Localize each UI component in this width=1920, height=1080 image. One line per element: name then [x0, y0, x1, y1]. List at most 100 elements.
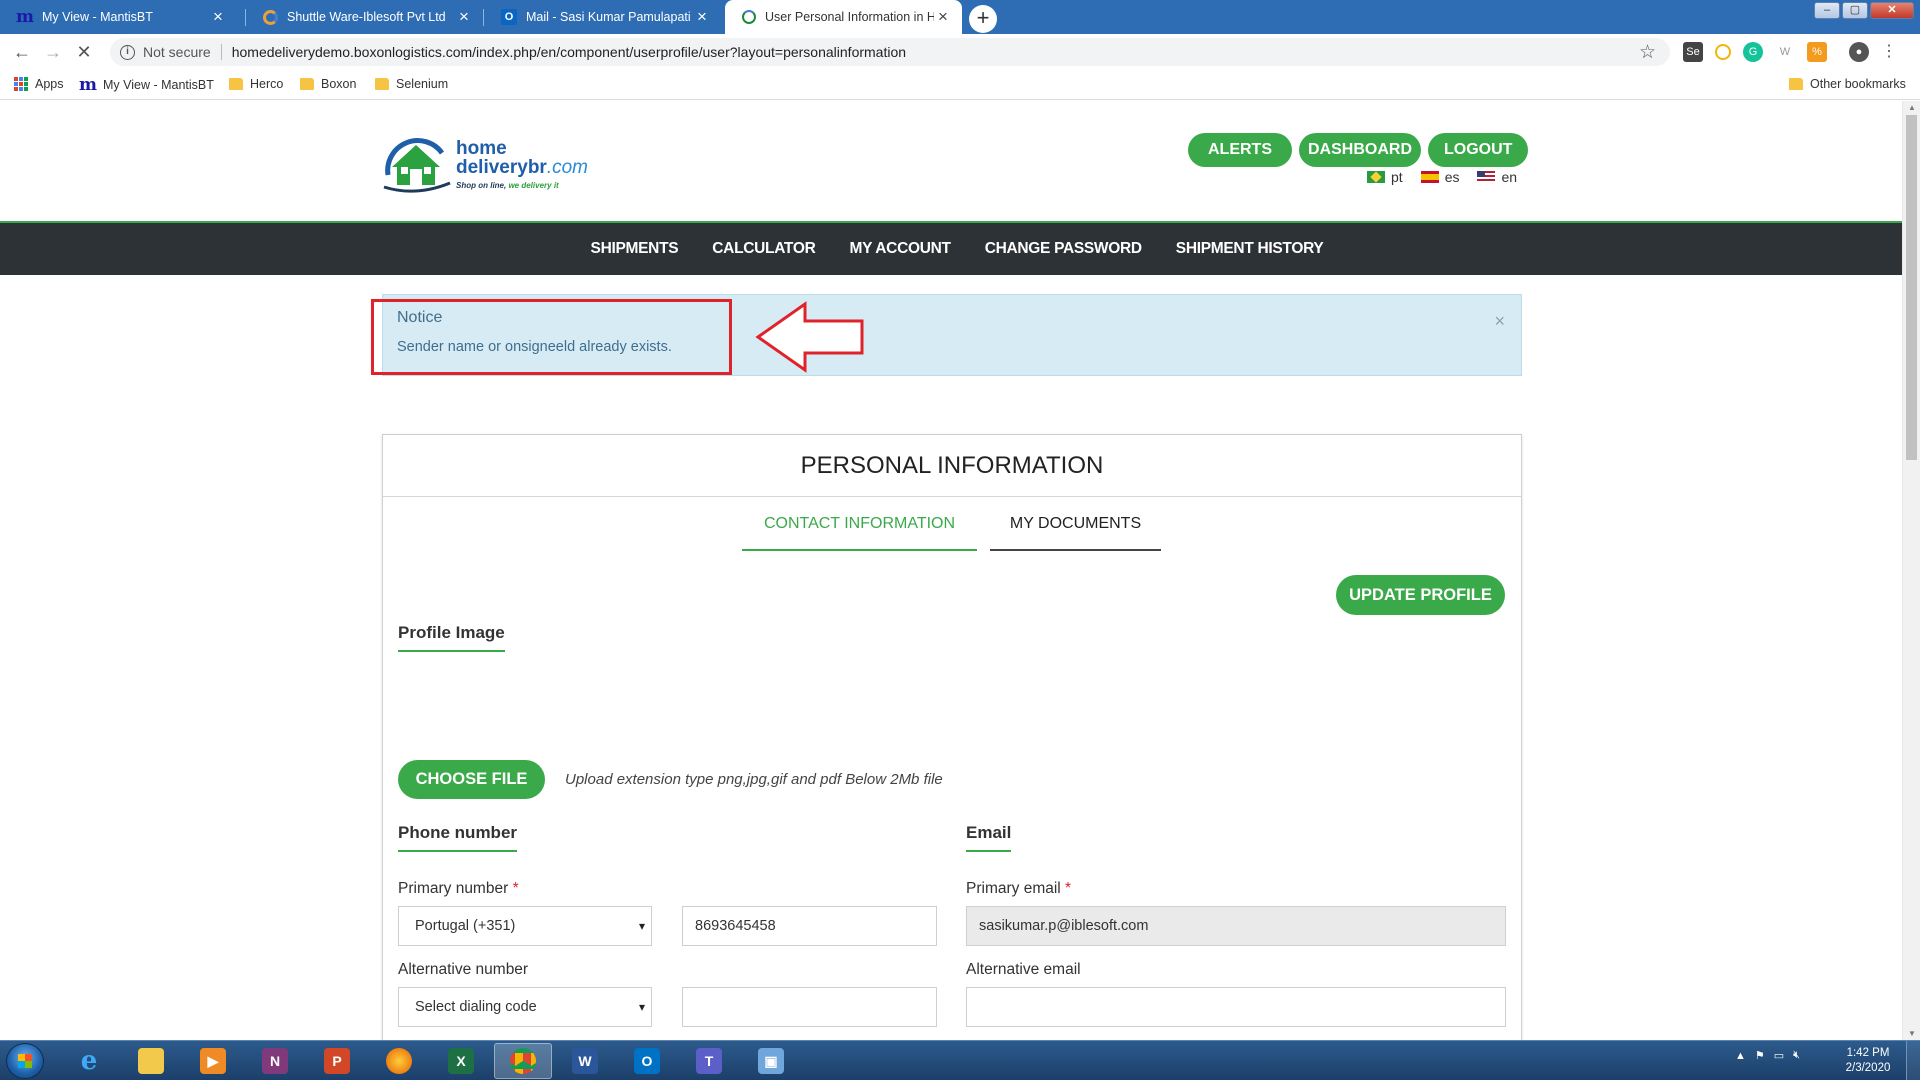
minimize-button[interactable]: – [1814, 2, 1840, 19]
bookmark-selenium[interactable]: Selenium [375, 77, 448, 91]
bookmark-apps[interactable]: Apps [14, 77, 64, 91]
scroll-down-arrow-icon[interactable]: ▼ [1908, 1029, 1916, 1038]
close-icon[interactable]: × [455, 7, 473, 27]
nav-shipments[interactable]: SHIPMENTS [591, 240, 679, 258]
taskbar-teams[interactable]: T [680, 1043, 738, 1079]
taskbar-firefox[interactable] [370, 1043, 428, 1079]
bookmark-star-icon[interactable]: ☆ [1639, 41, 1656, 64]
start-button[interactable] [6, 1043, 44, 1079]
logout-button[interactable]: LOGOUT [1428, 133, 1529, 167]
choose-file-button[interactable]: CHOOSE FILE [398, 760, 545, 799]
alternative-email-input[interactable] [966, 987, 1506, 1027]
alerts-button[interactable]: ALERTS [1188, 133, 1292, 167]
language-es[interactable]: es [1420, 169, 1460, 185]
grammarly-icon[interactable]: G [1743, 42, 1763, 62]
info-icon[interactable]: i [120, 44, 135, 60]
outlook-icon: O [634, 1048, 660, 1074]
primary-email-value: sasikumar.p@iblesoft.com [979, 918, 1149, 934]
bookmark-label: Boxon [321, 77, 357, 91]
taskbar-outlook[interactable]: O [618, 1043, 676, 1079]
network-icon[interactable]: ▭ [1774, 1049, 1784, 1062]
forward-arrow-icon[interactable]: → [41, 40, 65, 64]
primary-email-input[interactable]: sasikumar.p@iblesoft.com [966, 906, 1506, 946]
primary-country-value: Portugal (+351) [415, 918, 516, 934]
nav-shipment-history[interactable]: SHIPMENT HISTORY [1176, 240, 1324, 258]
taskbar-chrome[interactable] [494, 1043, 552, 1079]
language-code: es [1444, 169, 1460, 185]
nav-change-password[interactable]: CHANGE PASSWORD [985, 240, 1142, 258]
close-window-button[interactable]: ✕ [1870, 2, 1914, 19]
notice-close-icon[interactable]: × [1494, 311, 1505, 332]
new-tab-button[interactable]: + [969, 5, 997, 33]
volume-muted-icon[interactable]: 🔇︎ [1793, 1049, 1800, 1062]
scroll-up-arrow-icon[interactable]: ▲ [1908, 103, 1916, 112]
taskbar-file-explorer[interactable] [122, 1043, 180, 1079]
primary-number-input[interactable]: 8693645458 [682, 906, 937, 946]
profile-avatar-icon[interactable]: ● [1849, 42, 1869, 62]
browser-tab-shuttle[interactable]: Shuttle Ware-Iblesoft Pvt Ltd × [246, 0, 483, 34]
globe-icon [742, 10, 756, 24]
tab-contact-information[interactable]: CONTACT INFORMATION [742, 515, 977, 551]
show-desktop-button[interactable] [1906, 1041, 1920, 1080]
action-center-flag-icon[interactable]: ⚑ [1755, 1049, 1765, 1062]
close-icon[interactable]: × [209, 7, 227, 27]
taskbar-media-player[interactable]: ▶ [184, 1043, 242, 1079]
usa-flag-icon [1477, 171, 1496, 183]
maximize-button[interactable]: ▢ [1842, 2, 1868, 19]
stop-loading-icon[interactable]: ✕ [72, 40, 96, 64]
taskbar-word[interactable]: W [556, 1043, 614, 1079]
menu-kebab-icon[interactable]: ⋮ [1881, 42, 1897, 62]
language-en[interactable]: en [1477, 169, 1517, 185]
browser-tab-mail[interactable]: O Mail - Sasi Kumar Pamulapati - O × [484, 0, 721, 34]
nav-my-account[interactable]: MY ACCOUNT [849, 240, 951, 258]
taskbar-onenote[interactable]: N [246, 1043, 304, 1079]
outlook-icon: O [501, 9, 517, 25]
page-scrollbar[interactable]: ▲ ▼ [1902, 101, 1920, 1040]
scrollbar-thumb[interactable] [1906, 115, 1917, 460]
site-logo[interactable]: home deliverybr.com Shop on line, we del… [380, 131, 610, 195]
spain-flag-icon [1420, 171, 1439, 183]
browser-tab-mantis[interactable]: m My View - MantisBT × [0, 0, 237, 34]
taskbar-powerpoint[interactable]: P [308, 1043, 366, 1079]
browser-tab-active[interactable]: User Personal Information in Her × [725, 0, 962, 34]
tab-title: Shuttle Ware-Iblesoft Pvt Ltd [287, 10, 446, 24]
remote-desktop-icon: ▣ [758, 1048, 784, 1074]
coupon-icon[interactable]: % [1807, 42, 1827, 62]
tab-my-documents[interactable]: MY DOCUMENTS [990, 515, 1161, 551]
bookmark-boxon[interactable]: Boxon [300, 77, 356, 91]
taskbar-clock[interactable]: 1:42 PM 2/3/2020 [1839, 1046, 1897, 1076]
primary-number-value: 8693645458 [695, 918, 776, 934]
selenium-ide-icon[interactable]: Se [1683, 42, 1703, 62]
show-hidden-icons-icon[interactable]: ▲ [1735, 1050, 1746, 1062]
bookmark-mantis[interactable]: m My View - MantisBT [79, 75, 214, 95]
primary-country-select[interactable]: Portugal (+351) [398, 906, 652, 946]
address-bar[interactable]: i Not secure homedeliverydemo.boxonlogis… [110, 38, 1670, 66]
extension-icons: Se G W % ● ⋮ [1683, 42, 1897, 62]
close-icon[interactable]: × [934, 7, 952, 27]
update-profile-button[interactable]: UPDATE PROFILE [1336, 575, 1505, 615]
other-bookmarks[interactable]: Other bookmarks [1789, 77, 1906, 91]
dashboard-button[interactable]: DASHBOARD [1299, 133, 1421, 167]
bookmark-herco[interactable]: Herco [229, 77, 283, 91]
language-code: pt [1391, 169, 1403, 185]
back-arrow-icon[interactable]: ← [10, 40, 34, 64]
url-text[interactable]: homedeliverydemo.boxonlogistics.com/inde… [232, 44, 906, 60]
folder-icon [229, 78, 243, 90]
required-marker: * [1065, 880, 1072, 897]
shuttle-extension-icon[interactable] [1715, 44, 1731, 60]
alternative-country-select[interactable]: Select dialing code [398, 987, 652, 1027]
profile-image-heading: Profile Image [398, 623, 505, 652]
bookmark-label: Herco [250, 77, 284, 91]
tab-title: My View - MantisBT [42, 10, 153, 24]
logo-tagline: Shop on line, we delivery it [456, 181, 559, 190]
language-pt[interactable]: pt [1367, 169, 1403, 185]
wappalyzer-icon[interactable]: W [1775, 42, 1795, 62]
nav-calculator[interactable]: CALCULATOR [712, 240, 816, 258]
taskbar-excel[interactable]: X [432, 1043, 490, 1079]
url-divider [220, 44, 222, 60]
alternative-number-input[interactable] [682, 987, 937, 1027]
bookmarks-bar: Apps m My View - MantisBT Herco Boxon Se… [0, 70, 1920, 100]
close-icon[interactable]: × [693, 7, 711, 27]
taskbar-internet-explorer[interactable]: e [60, 1043, 118, 1079]
taskbar-remote-desktop[interactable]: ▣ [742, 1043, 800, 1079]
